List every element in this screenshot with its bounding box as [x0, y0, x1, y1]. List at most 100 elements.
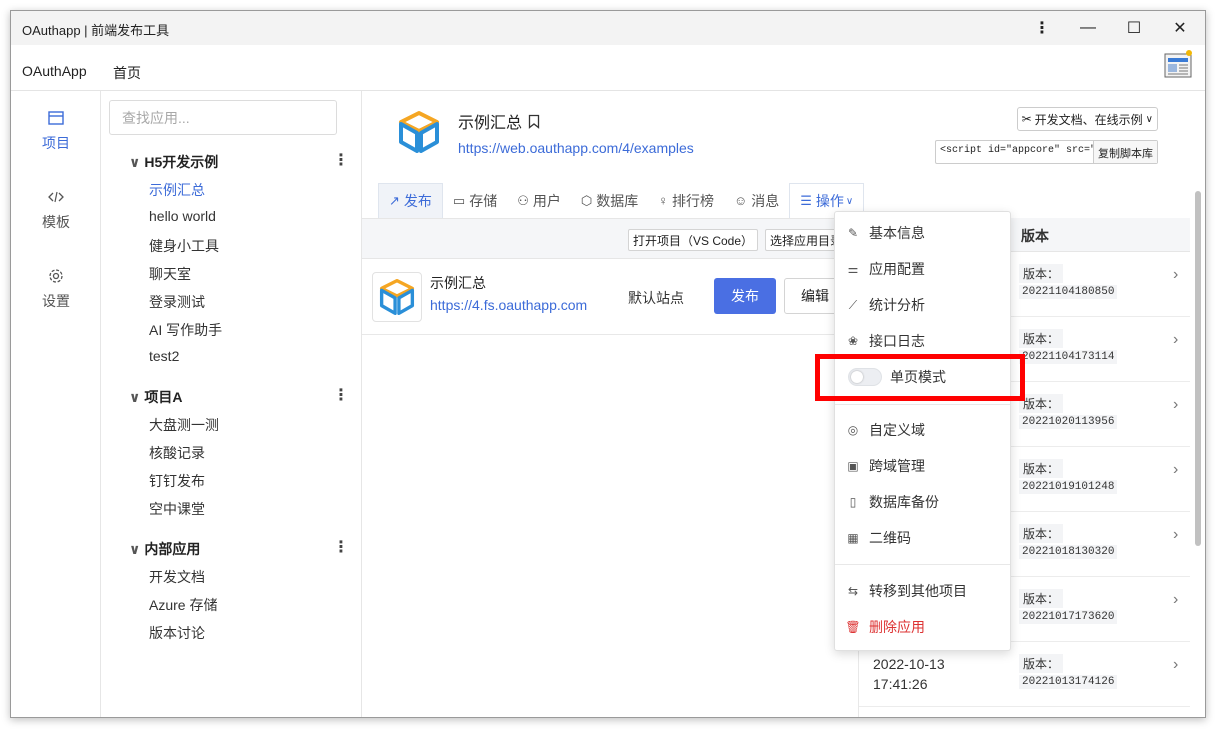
home-link[interactable]: 首页: [113, 63, 141, 83]
globe-icon: ◎: [847, 423, 859, 437]
project-item[interactable]: 空中课堂: [149, 499, 205, 519]
version-label: 版本：: [1019, 654, 1064, 673]
version-label: 版本：: [1019, 264, 1064, 283]
script-snippet: <script id="appcore" src="h 复制脚本库: [935, 140, 1158, 164]
dev-docs-dropdown[interactable]: ✂ 开发文档、在线示例 ∨: [1016, 107, 1158, 131]
script-code[interactable]: <script id="appcore" src="h: [936, 141, 1093, 163]
medal-icon: ♀: [658, 193, 668, 208]
version-number: 20221013174126: [1019, 675, 1118, 689]
nav-item-templates[interactable]: 模板: [11, 188, 101, 232]
trash-icon: 🗑: [845, 620, 861, 634]
project-item[interactable]: 开发文档: [149, 567, 205, 587]
chevron-down-icon: ∨: [1145, 113, 1153, 125]
news-icon[interactable]: [1163, 49, 1193, 79]
menu-item-qrcode[interactable]: ▦ 二维码: [835, 522, 1010, 554]
title-bar: OAuthapp | 前端发布工具 ⋮ — ☐ ✕: [11, 11, 1205, 45]
chevron-down-icon: ∨: [129, 153, 141, 170]
user-icon: ⚇: [517, 192, 529, 208]
project-item[interactable]: 钉钉发布: [149, 471, 205, 491]
chevron-right-icon[interactable]: ›: [1173, 591, 1178, 609]
maximize-button[interactable]: ☐: [1111, 11, 1157, 45]
menu-divider: [835, 404, 1010, 405]
backup-icon: ▯: [849, 495, 857, 509]
nav-item-label: 模板: [42, 214, 70, 230]
chevron-down-icon: ∨: [845, 195, 854, 207]
nav-item-label: 设置: [42, 293, 70, 309]
tab-publish[interactable]: ↗ 发布: [378, 183, 443, 218]
menu-item-custom-domain[interactable]: ◎ 自定义域: [835, 414, 1010, 446]
version-number: 20221104173114: [1019, 350, 1118, 364]
line-chart-icon: ⟋: [848, 297, 858, 312]
project-item[interactable]: Azure 存储: [149, 595, 217, 615]
tab-messages[interactable]: ☺ 消息: [724, 183, 789, 218]
project-item[interactable]: 核酸记录: [149, 443, 205, 463]
menu-item-api-log[interactable]: ❀ 接口日志: [835, 325, 1010, 357]
menu-item-analytics[interactable]: ⟋ 统计分析: [835, 289, 1010, 321]
project-item[interactable]: 大盘测一测: [149, 415, 219, 435]
search-input[interactable]: [109, 100, 337, 135]
kebab-menu-icon[interactable]: ⋮: [1019, 11, 1065, 45]
chevron-right-icon[interactable]: ›: [1173, 266, 1178, 284]
project-item[interactable]: 聊天室: [149, 264, 191, 284]
scrollbar[interactable]: [1195, 191, 1201, 546]
brand-label[interactable]: OAuthApp: [22, 63, 87, 79]
copy-script-button[interactable]: 复制脚本库: [1093, 141, 1157, 163]
chevron-right-icon[interactable]: ›: [1173, 396, 1178, 414]
close-button[interactable]: ✕: [1157, 11, 1203, 45]
menu-item-basic-info[interactable]: ✎ 基本信息: [835, 217, 1010, 249]
app-url-link[interactable]: https://web.oauthapp.com/4/examples: [458, 140, 694, 156]
minimize-button[interactable]: —: [1065, 11, 1111, 45]
tab-storage[interactable]: ▭ 存储: [443, 183, 507, 218]
project-item[interactable]: 示例汇总: [149, 180, 205, 200]
version-number: 20221018130320: [1019, 545, 1118, 559]
project-item[interactable]: AI 写作助手: [149, 320, 222, 340]
window-icon: [48, 111, 64, 125]
project-item[interactable]: 健身小工具: [149, 236, 219, 256]
chevron-right-icon[interactable]: ›: [1173, 331, 1178, 349]
version-label: 版本：: [1019, 394, 1064, 413]
group-title-project-a[interactable]: ∨ 项目A: [129, 387, 183, 407]
chevron-right-icon[interactable]: ›: [1173, 526, 1178, 544]
version-row[interactable]: 2022-10-11版本：›: [859, 707, 1190, 717]
project-item[interactable]: 版本讨论: [149, 623, 205, 643]
menu-item-cors[interactable]: ▣ 跨域管理: [835, 450, 1010, 482]
bookmark-icon[interactable]: [528, 114, 540, 129]
version-number: 20221019101248: [1019, 480, 1118, 494]
external-link-icon: ↗: [389, 193, 400, 208]
group-more-icon[interactable]: ⋮: [333, 537, 349, 557]
project-item[interactable]: hello world: [149, 208, 216, 224]
tools-icon: ✂: [1021, 112, 1032, 126]
tab-leaderboard[interactable]: ♀ 排行榜: [648, 183, 724, 218]
api-log-icon: ❀: [847, 334, 859, 348]
chevron-right-icon[interactable]: ›: [1173, 656, 1178, 674]
tab-database[interactable]: ⬡ 数据库: [571, 183, 648, 218]
publish-button[interactable]: 发布: [714, 278, 776, 314]
project-panel: ∨H5开发示例 ⋮ 示例汇总 hello world 健身小工具 聊天室 登录测…: [101, 91, 362, 717]
version-label: 版本：: [1019, 459, 1064, 478]
sliders-icon: ⚌: [847, 262, 859, 276]
nav-item-settings[interactable]: 设置: [11, 267, 101, 311]
group-more-icon[interactable]: ⋮: [333, 150, 349, 170]
group-title-internal[interactable]: ∨ 内部应用: [129, 539, 200, 559]
version-date: 2022-10-13 17:41:26: [873, 656, 945, 692]
chevron-right-icon[interactable]: ›: [1173, 461, 1178, 479]
version-row[interactable]: 2022-10-13 17:41:26 版本： 20221013174126 ›: [859, 642, 1190, 707]
nav-item-projects[interactable]: 项目: [11, 109, 101, 153]
group-more-icon[interactable]: ⋮: [333, 385, 349, 405]
menu-item-transfer[interactable]: ⇆ 转移到其他项目: [835, 575, 1010, 607]
choose-dir-button[interactable]: 选择应用目录: [765, 229, 845, 251]
storage-icon: ▭: [452, 192, 466, 208]
group-title-h5[interactable]: ∨ H5开发示例: [129, 152, 218, 172]
cors-icon: ▣: [847, 459, 859, 473]
project-item[interactable]: test2: [149, 348, 179, 364]
menu-item-db-backup[interactable]: ▯ 数据库备份: [835, 486, 1010, 518]
menu-item-delete[interactable]: 🗑 删除应用: [835, 611, 1010, 643]
tab-users[interactable]: ⚇ 用户: [507, 183, 571, 218]
transfer-icon: ⇆: [847, 584, 859, 598]
menu-item-app-config[interactable]: ⚌ 应用配置: [835, 253, 1010, 285]
open-vscode-button[interactable]: 打开项目（VS Code）: [628, 229, 759, 251]
site-url-link[interactable]: https://4.fs.oauthapp.com: [430, 297, 587, 313]
chat-icon: ☺: [733, 193, 748, 208]
list-icon: ☰: [800, 193, 812, 208]
project-item[interactable]: 登录测试: [149, 292, 205, 312]
